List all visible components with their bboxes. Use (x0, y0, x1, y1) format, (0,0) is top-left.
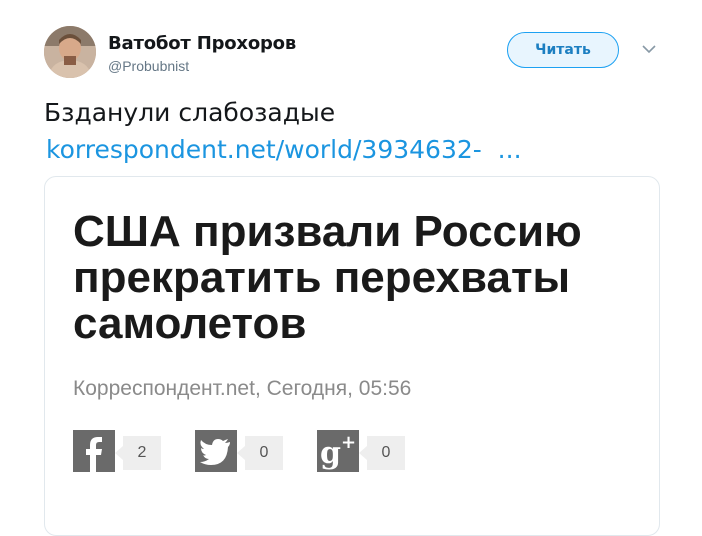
author-handle[interactable]: @Probubnist (108, 58, 189, 74)
tweet-text: Бзданули слабозадые (44, 98, 336, 127)
svg-text:g: g (320, 436, 341, 471)
svg-text:+: + (341, 432, 356, 453)
author-name[interactable]: Ватобот Прохоров (108, 33, 296, 54)
avatar[interactable] (44, 26, 96, 78)
tweet-link[interactable]: korrespondent.net/world/3934632- ... (46, 135, 522, 164)
avatar-image (44, 26, 96, 78)
chevron-down-icon[interactable] (641, 43, 657, 55)
follow-button[interactable]: Читать (507, 32, 619, 68)
share-count: 2 (115, 436, 161, 470)
share-buttons: 2 0 g + 0 (73, 430, 433, 472)
share-count: 0 (359, 436, 405, 470)
google-plus-icon: g + (317, 430, 359, 472)
card-headline: США призвали Россию прекратить перехваты… (73, 207, 582, 348)
share-count: 0 (237, 436, 283, 470)
twitter-icon (195, 430, 237, 472)
link-preview-card[interactable]: США призвали Россию прекратить перехваты… (44, 176, 660, 536)
facebook-icon (73, 430, 115, 472)
card-meta: Корреспондент.net, Сегодня, 05:56 (73, 377, 412, 400)
